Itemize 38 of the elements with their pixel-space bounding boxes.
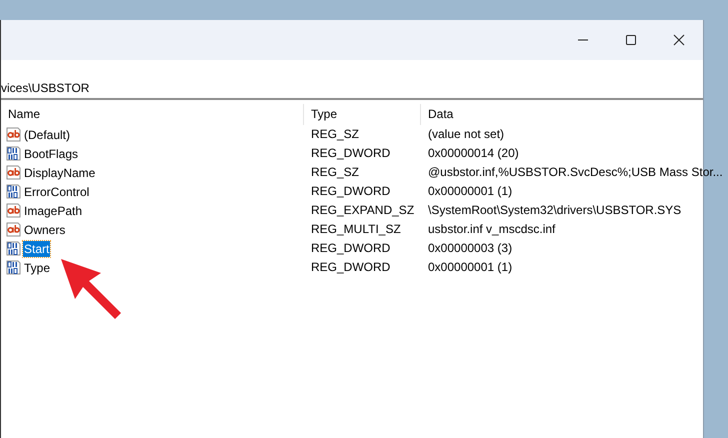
value-name[interactable]: ErrorControl bbox=[23, 184, 90, 200]
value-name[interactable]: (Default) bbox=[23, 126, 72, 142]
table-cell-text: usbstor.inf v_mscdsc.inf bbox=[427, 221, 556, 238]
string-value-icon bbox=[6, 203, 21, 218]
string-value-icon bbox=[6, 222, 21, 237]
value-name[interactable]: BootFlags bbox=[23, 146, 80, 162]
table-cell-text: REG_DWORD bbox=[310, 145, 392, 162]
table-cell-text: (value not set) bbox=[427, 126, 506, 143]
table-cell-text: 0x00000014 (20) bbox=[427, 145, 520, 162]
value-name[interactable]: Owners bbox=[23, 222, 66, 238]
table-cell-text: 0x00000001 (1) bbox=[427, 183, 514, 200]
value-name[interactable]: Type bbox=[23, 260, 52, 276]
string-value-icon bbox=[6, 165, 21, 180]
table-cell-text: REG_MULTI_SZ bbox=[310, 221, 402, 238]
table-cell-text: REG_EXPAND_SZ bbox=[310, 202, 416, 219]
close-icon bbox=[673, 34, 685, 46]
address-bar[interactable]: vices\USBSTOR bbox=[1, 79, 703, 100]
column-header[interactable]: Name bbox=[1, 104, 304, 125]
binary-value-icon bbox=[6, 260, 21, 275]
binary-value-icon bbox=[6, 146, 21, 161]
maximize-icon bbox=[625, 34, 637, 46]
value-name[interactable]: Start bbox=[23, 240, 50, 256]
value-name[interactable]: ImagePath bbox=[23, 202, 84, 218]
column-header[interactable]: Data bbox=[421, 104, 723, 125]
string-value-icon bbox=[6, 127, 21, 142]
table-cell-text: @usbstor.inf,%USBSTOR.SvcDesc%;USB Mass Stor... bbox=[427, 164, 723, 181]
table-cell-text: REG_SZ bbox=[310, 164, 360, 181]
table-cell-text: 0x00000001 (1) bbox=[427, 259, 514, 276]
table-cell-text: REG_DWORD bbox=[310, 240, 392, 257]
column-header[interactable]: Type bbox=[304, 104, 421, 125]
binary-value-icon bbox=[6, 184, 21, 199]
table-cell-text: 0x00000003 (3) bbox=[427, 240, 514, 257]
table-cell-text: \SystemRoot\System32\drivers\USBSTOR.SYS bbox=[427, 202, 682, 219]
table-cell-text: REG_DWORD bbox=[310, 259, 392, 276]
table-cell-text: REG_DWORD bbox=[310, 183, 392, 200]
binary-value-icon bbox=[6, 241, 21, 256]
table-cell-text: REG_SZ bbox=[310, 126, 360, 143]
value-name[interactable]: DisplayName bbox=[23, 164, 96, 180]
